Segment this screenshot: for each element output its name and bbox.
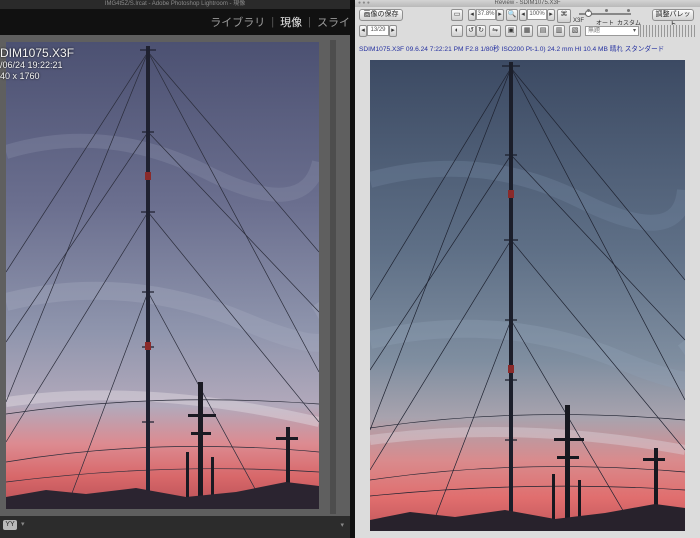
photo-filename: DIM1075.X3F <box>0 46 75 60</box>
zoom-percent-decrease-icon[interactable]: ◂ <box>519 9 527 21</box>
mode-label-x3f: X3F <box>573 18 585 24</box>
rotate-left-icon[interactable]: ↺ <box>466 25 476 37</box>
slider-tick <box>627 9 630 12</box>
preset-select[interactable]: 無題 ▾ <box>585 26 639 36</box>
info-icon[interactable]: ▤ <box>537 25 549 37</box>
module-picker: ライブラリ | 現像 | スライ <box>210 9 350 35</box>
slider-tick <box>587 9 590 12</box>
module-separator: | <box>271 16 275 28</box>
x3f-mode-icon[interactable]: ⌘ <box>557 9 571 23</box>
zoom-decrease-icon[interactable]: ◂ <box>468 9 476 21</box>
resize-grip[interactable] <box>640 25 696 37</box>
module-separator: | <box>308 16 311 28</box>
toolbar-menu-arrow-icon[interactable]: ▾ <box>340 521 344 529</box>
page-counter-field[interactable]: 13/29 <box>367 25 389 36</box>
print-icon[interactable]: ▥ <box>553 25 565 37</box>
photo-dimensions: 40 x 1760 <box>0 71 40 81</box>
preset-select-value: 無題 <box>588 28 601 34</box>
photo-info-overlay: DIM1075.X3F /06/24 19:22:21 40 x 1760 <box>0 46 74 82</box>
module-slideshow[interactable]: スライ <box>317 14 350 30</box>
window-controls-icon[interactable]: ● ● ● <box>358 0 370 7</box>
histogram-icon[interactable]: ▦ <box>521 25 533 37</box>
rotate-right-icon[interactable]: ↻ <box>476 25 486 37</box>
image-metadata-line: SDIM1075.X3F 09.6.24 7:22:21 PM F2.8 1/8… <box>359 46 665 53</box>
review-photo <box>370 60 685 531</box>
exposure-icon[interactable]: ◐ <box>451 25 463 37</box>
zoom-increase-icon[interactable]: ▸ <box>496 9 504 21</box>
previous-icon[interactable]: ◂ <box>359 25 367 37</box>
next-icon[interactable]: ▸ <box>389 25 397 37</box>
zoom-percent-field[interactable]: 100% <box>527 9 547 20</box>
module-develop[interactable]: 現像 <box>280 14 302 30</box>
lightroom-window: IMG4t5Z/S.lrcat - Adobe Photoshop Lightr… <box>0 0 350 538</box>
review-window-title: Review - SDIM1075.X3F <box>355 0 700 7</box>
zoom-percent-increase-icon[interactable]: ▸ <box>547 9 555 21</box>
lightroom-window-title: IMG4t5Z/S.lrcat - Adobe Photoshop Lightr… <box>0 0 350 9</box>
slider-tick <box>605 9 608 12</box>
lightroom-toolbar: YY ▾ ▾ <box>0 516 350 538</box>
adjustment-palette-button[interactable]: 調整パレット <box>652 9 694 28</box>
view-menu-arrow-icon[interactable]: ▾ <box>21 520 25 528</box>
review-window: Review - SDIM1075.X3F ● ● ● 画像の保存 ▭ ◂ 37… <box>355 0 700 538</box>
thumbnail-icon[interactable]: ▣ <box>505 25 517 37</box>
lightroom-photo <box>6 42 319 509</box>
flip-icon[interactable]: ⇋ <box>489 25 501 37</box>
save-image-button[interactable]: 画像の保存 <box>359 9 403 21</box>
loupe-view-button[interactable]: YY <box>3 520 17 530</box>
zoom-in-icon[interactable]: 🔍 <box>506 9 518 21</box>
module-library[interactable]: ライブラリ <box>210 14 265 30</box>
photo-datetime: /06/24 19:22:21 <box>0 60 63 70</box>
sidebar-icon[interactable]: ▭ <box>451 9 463 21</box>
chevron-down-icon: ▾ <box>632 28 636 34</box>
zoom-value-field[interactable]: 37.8% <box>476 9 496 20</box>
lightroom-right-panel-edge <box>330 40 336 514</box>
trash-icon[interactable]: ▧ <box>569 25 581 37</box>
